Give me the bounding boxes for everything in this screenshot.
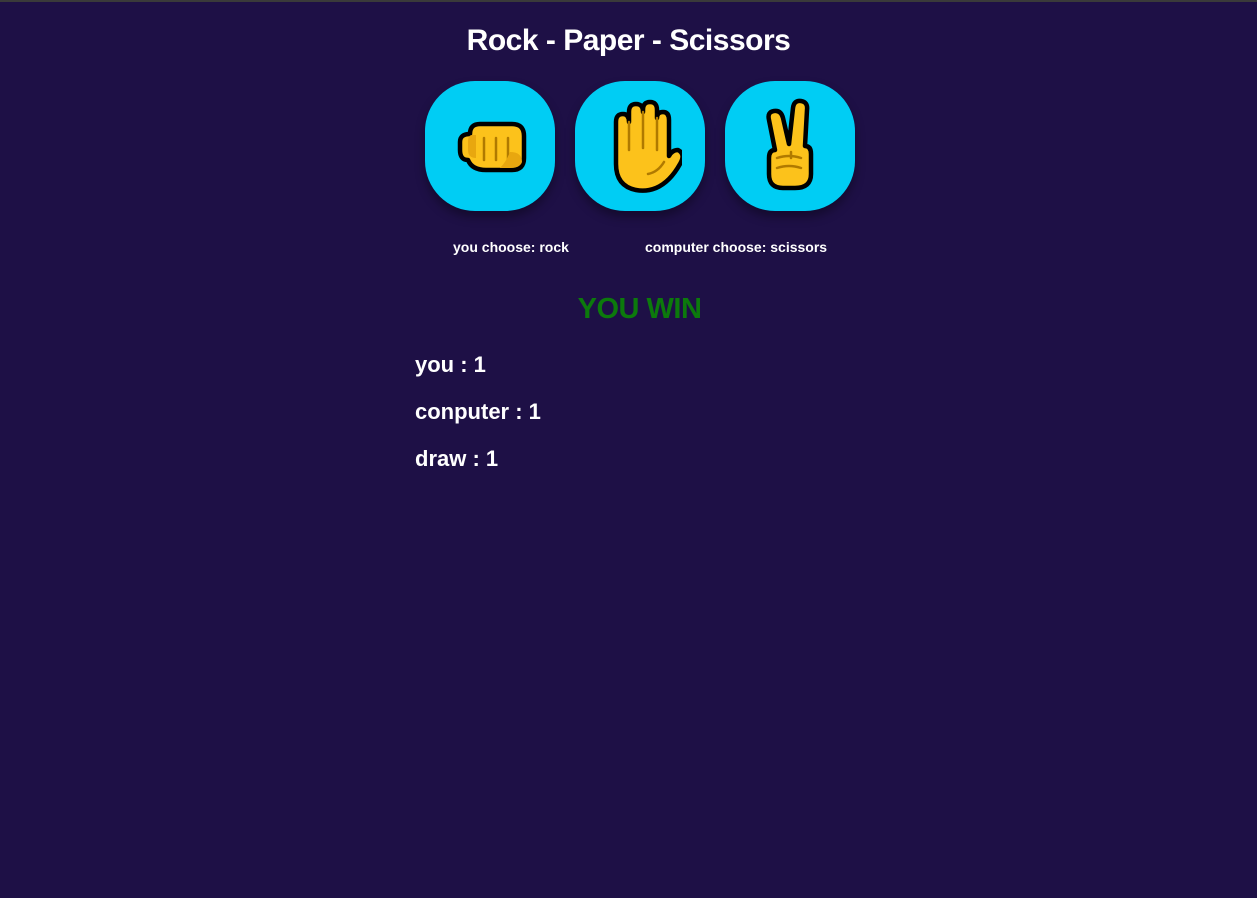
paper-button[interactable] xyxy=(575,81,705,211)
page-title: Rock - Paper - Scissors xyxy=(466,24,791,57)
player-choice-text: you choose: rock xyxy=(453,239,569,255)
victory-hand-icon xyxy=(766,98,814,191)
raised-hand-icon xyxy=(613,99,682,193)
result-message: YOU WIN xyxy=(577,293,702,325)
fist-icon xyxy=(457,121,527,173)
draw-score: draw : 1 xyxy=(415,446,499,471)
window-top-border xyxy=(0,0,1257,2)
computer-choice-text: computer choose: scissors xyxy=(645,239,828,255)
computer-score: conputer : 1 xyxy=(415,399,541,424)
scissors-button[interactable] xyxy=(725,81,855,211)
choice-buttons xyxy=(425,81,855,211)
player-score: you : 1 xyxy=(415,352,486,377)
rock-button[interactable] xyxy=(425,81,555,211)
